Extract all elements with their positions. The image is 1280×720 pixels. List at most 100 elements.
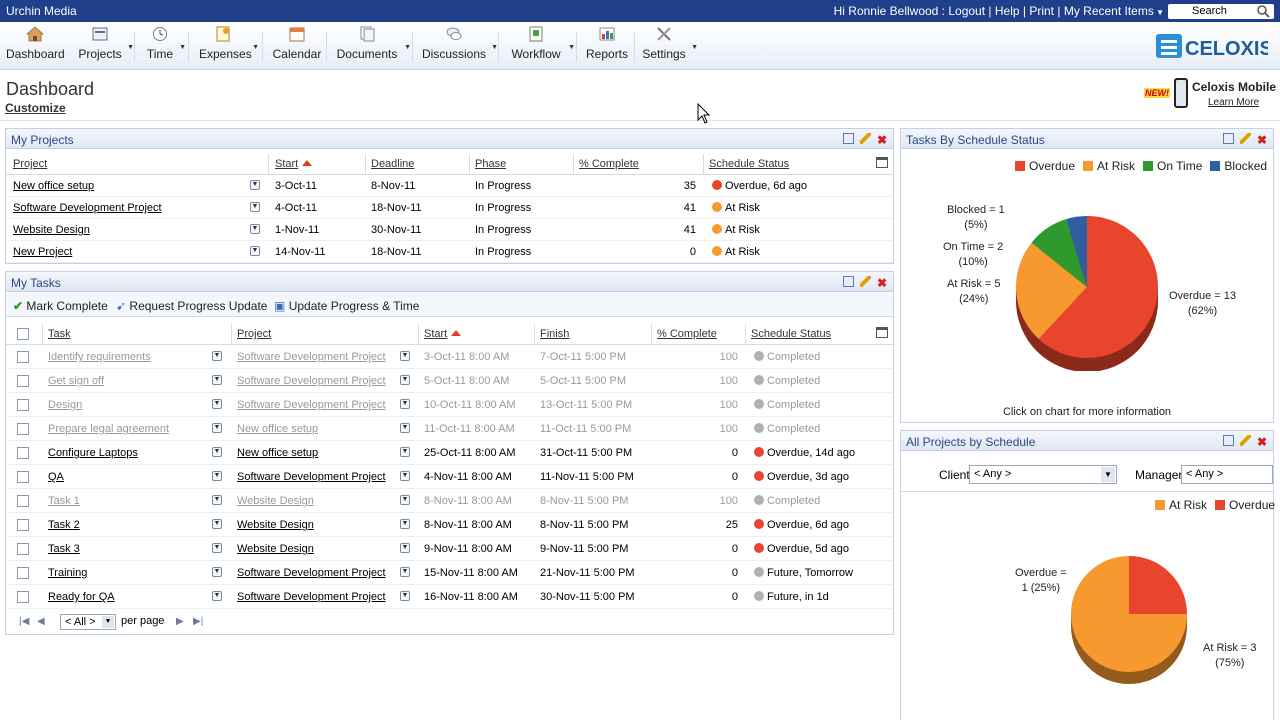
- help-link[interactable]: Help: [995, 4, 1020, 18]
- project-link[interactable]: Software Development Project: [13, 202, 162, 214]
- nav-reports[interactable]: Reports: [586, 26, 628, 66]
- nav-settings[interactable]: Settings ▼: [642, 26, 698, 66]
- documents-caret-icon[interactable]: ▼: [404, 44, 411, 51]
- project-link[interactable]: New office setup: [237, 447, 318, 459]
- row-checkbox[interactable]: [17, 447, 29, 459]
- col-finish[interactable]: Finish: [540, 328, 569, 340]
- celoxis-mobile-promo[interactable]: NEW! Celoxis Mobile Learn More: [1144, 78, 1278, 110]
- project-link[interactable]: Software Development Project: [237, 399, 386, 411]
- client-select[interactable]: < Any > ▼: [969, 465, 1117, 484]
- column-chooser-icon[interactable]: [876, 327, 888, 338]
- task-link[interactable]: Task 3: [48, 543, 80, 555]
- greeting-logout-link[interactable]: Hi Ronnie Bellwood : Logout: [834, 4, 985, 18]
- row-menu-icon[interactable]: ▼: [212, 591, 222, 601]
- nav-calendar[interactable]: Calendar: [272, 26, 322, 66]
- task-link[interactable]: Task 1: [48, 495, 80, 507]
- row-checkbox[interactable]: [17, 423, 29, 435]
- project-link[interactable]: Website Design: [13, 224, 90, 236]
- row-menu-icon[interactable]: ▼: [212, 543, 222, 553]
- print-link[interactable]: Print: [1029, 4, 1054, 18]
- project-link[interactable]: New Project: [13, 246, 72, 258]
- close-icon[interactable]: ✖: [877, 134, 888, 146]
- nav-dashboard[interactable]: Dashboard: [6, 26, 65, 66]
- col-deadline[interactable]: Deadline: [371, 158, 414, 170]
- row-menu-icon[interactable]: ▼: [400, 423, 410, 433]
- settings-caret-icon[interactable]: ▼: [691, 44, 698, 51]
- row-checkbox[interactable]: [17, 567, 29, 579]
- col-start[interactable]: Start: [424, 328, 462, 340]
- row-menu-icon[interactable]: ▼: [212, 567, 222, 577]
- project-link[interactable]: Software Development Project: [237, 591, 386, 603]
- table-row[interactable]: New office setup ▼ 3-Oct-11 8-Nov-11 In Prog…: [6, 175, 893, 197]
- project-link[interactable]: Website Design: [237, 519, 314, 531]
- row-checkbox[interactable]: [17, 471, 29, 483]
- table-row[interactable]: Identify requirements ▼ Software Developme…: [6, 345, 893, 369]
- row-checkbox[interactable]: [17, 543, 29, 555]
- row-checkbox[interactable]: [17, 519, 29, 531]
- nav-discussions[interactable]: Discussions ▼: [422, 26, 498, 66]
- next-page-icon[interactable]: ▶: [176, 616, 184, 627]
- edit-icon[interactable]: [1240, 133, 1251, 144]
- project-link[interactable]: New office setup: [237, 423, 318, 435]
- col-project[interactable]: Project: [237, 328, 271, 340]
- task-link[interactable]: Task 2: [48, 519, 80, 531]
- edit-icon[interactable]: [1240, 435, 1251, 446]
- status-pie-chart[interactable]: [1001, 201, 1191, 371]
- row-checkbox[interactable]: [17, 351, 29, 363]
- col-task[interactable]: Task: [48, 328, 71, 340]
- discussions-caret-icon[interactable]: ▼: [491, 44, 498, 51]
- row-menu-icon[interactable]: ▼: [250, 224, 260, 234]
- table-row[interactable]: Training ▼ Software Development Project ▼ 15…: [6, 561, 893, 585]
- row-menu-icon[interactable]: ▼: [250, 246, 260, 256]
- task-link[interactable]: Design: [48, 399, 82, 411]
- page-size-select[interactable]: < All > ▼: [60, 614, 116, 630]
- recent-items-link[interactable]: My Recent Items: [1064, 4, 1154, 18]
- col-phase[interactable]: Phase: [475, 158, 506, 170]
- row-menu-icon[interactable]: ▼: [212, 375, 222, 385]
- table-row[interactable]: Task 1 ▼ Website Design ▼ 8-Nov-11 8:00 AM 8-…: [6, 489, 893, 513]
- row-checkbox[interactable]: [17, 375, 29, 387]
- row-menu-icon[interactable]: ▼: [250, 180, 260, 190]
- row-menu-icon[interactable]: ▼: [212, 399, 222, 409]
- row-menu-icon[interactable]: ▼: [400, 399, 410, 409]
- task-link[interactable]: Ready for QA: [48, 591, 115, 603]
- task-link[interactable]: Prepare legal agreement: [48, 423, 169, 435]
- column-chooser-icon[interactable]: [876, 157, 888, 168]
- save-icon[interactable]: [1223, 435, 1234, 446]
- row-menu-icon[interactable]: ▼: [400, 543, 410, 553]
- project-link[interactable]: New office setup: [13, 180, 94, 192]
- update-progress-button[interactable]: ▣ Update Progress & Time: [274, 299, 419, 313]
- task-link[interactable]: Get sign off: [48, 375, 104, 387]
- save-icon[interactable]: [1223, 133, 1234, 144]
- customize-link[interactable]: Customize: [5, 101, 66, 115]
- edit-icon[interactable]: [860, 276, 871, 287]
- col-complete[interactable]: % Complete: [579, 158, 639, 170]
- nav-time[interactable]: Time ▼: [146, 26, 186, 66]
- col-schedule-status[interactable]: Schedule Status: [709, 158, 789, 170]
- expenses-caret-icon[interactable]: ▼: [252, 44, 259, 51]
- row-checkbox[interactable]: [17, 495, 29, 507]
- table-row[interactable]: Design ▼ Software Development Project ▼ 10-O…: [6, 393, 893, 417]
- request-progress-button[interactable]: ➹ Request Progress Update: [116, 299, 267, 313]
- project-link[interactable]: Software Development Project: [237, 471, 386, 483]
- row-menu-icon[interactable]: ▼: [400, 375, 410, 385]
- select-all-checkbox[interactable]: [17, 328, 29, 340]
- row-menu-icon[interactable]: ▼: [400, 447, 410, 457]
- prev-page-icon[interactable]: ◀: [37, 616, 45, 627]
- close-icon[interactable]: ✖: [1257, 134, 1268, 146]
- row-checkbox[interactable]: [17, 591, 29, 603]
- row-menu-icon[interactable]: ▼: [212, 519, 222, 529]
- time-caret-icon[interactable]: ▼: [179, 44, 186, 51]
- projects-pie-chart[interactable]: [1071, 556, 1201, 686]
- manager-select[interactable]: < Any >: [1181, 465, 1273, 484]
- nav-projects[interactable]: Projects ▼: [78, 26, 134, 66]
- table-row[interactable]: Get sign off ▼ Software Development Projec…: [6, 369, 893, 393]
- search-icon[interactable]: [1256, 4, 1270, 18]
- task-link[interactable]: Training: [48, 567, 87, 579]
- recent-items-caret-icon[interactable]: ▼: [1154, 8, 1164, 17]
- nav-expenses[interactable]: Expenses ▼: [199, 26, 259, 66]
- col-complete[interactable]: % Complete: [657, 328, 717, 340]
- row-menu-icon[interactable]: ▼: [212, 447, 222, 457]
- col-start[interactable]: Start: [275, 158, 313, 170]
- col-schedule-status[interactable]: Schedule Status: [751, 328, 831, 340]
